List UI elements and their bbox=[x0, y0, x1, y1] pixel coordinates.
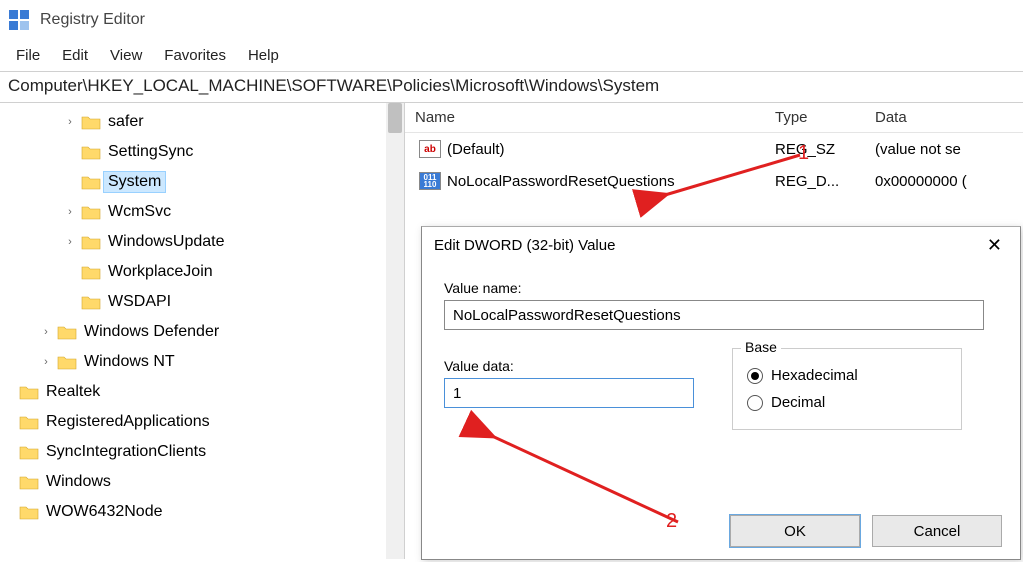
col-type[interactable]: Type bbox=[775, 109, 875, 126]
edit-dword-dialog: Edit DWORD (32-bit) Value ✕ Value name: … bbox=[421, 226, 1021, 560]
col-data[interactable]: Data bbox=[875, 109, 1023, 126]
tree-item[interactable]: System bbox=[0, 167, 404, 197]
expand-toggle-icon[interactable]: › bbox=[62, 206, 78, 218]
folder-icon bbox=[57, 354, 77, 370]
folder-icon bbox=[81, 264, 101, 280]
value-data-label: Value data: bbox=[444, 358, 694, 374]
base-fieldset: Base Hexadecimal Decimal bbox=[732, 348, 962, 430]
expand-toggle-icon[interactable]: › bbox=[62, 236, 78, 248]
folder-icon bbox=[19, 474, 39, 490]
tree-item[interactable]: › safer bbox=[0, 107, 404, 137]
expand-toggle-icon[interactable]: › bbox=[38, 356, 54, 368]
tree-pane: › safer SettingSync System › WcmSvc › WindowsUp… bbox=[0, 103, 405, 559]
menu-view[interactable]: View bbox=[100, 45, 152, 66]
close-icon[interactable]: ✕ bbox=[981, 235, 1008, 256]
tree-item[interactable]: RegisteredApplications bbox=[0, 407, 404, 437]
annotation-2: 2 bbox=[666, 510, 677, 533]
value-name: NoLocalPasswordResetQuestions bbox=[447, 173, 675, 190]
tree-item-label: WSDAPI bbox=[104, 292, 175, 312]
tree-item-label: Windows NT bbox=[80, 352, 179, 372]
tree-item[interactable]: › WcmSvc bbox=[0, 197, 404, 227]
folder-icon bbox=[19, 444, 39, 460]
radio-hexadecimal[interactable]: Hexadecimal bbox=[747, 367, 947, 384]
radio-icon bbox=[747, 395, 763, 411]
tree-item-label: WOW6432Node bbox=[42, 502, 167, 522]
value-type-icon: ab bbox=[419, 140, 441, 158]
tree-item-label: WorkplaceJoin bbox=[104, 262, 217, 282]
dialog-title-bar[interactable]: Edit DWORD (32-bit) Value ✕ bbox=[422, 227, 1020, 264]
tree-item[interactable]: WOW6432Node bbox=[0, 497, 404, 527]
radio-icon bbox=[747, 368, 763, 384]
tree-item-label: System bbox=[104, 172, 165, 192]
tree-item[interactable]: WorkplaceJoin bbox=[0, 257, 404, 287]
annotation-1: 1 bbox=[798, 142, 809, 165]
folder-icon bbox=[81, 294, 101, 310]
tree-item[interactable]: › Windows Defender bbox=[0, 317, 404, 347]
tree-scrollbar[interactable] bbox=[386, 103, 404, 559]
tree-item[interactable]: SyncIntegrationClients bbox=[0, 437, 404, 467]
tree[interactable]: › safer SettingSync System › WcmSvc › WindowsUp… bbox=[0, 103, 404, 531]
value-data: (value not se bbox=[875, 141, 1023, 158]
value-data-input[interactable] bbox=[444, 378, 694, 408]
folder-icon bbox=[19, 504, 39, 520]
folder-icon bbox=[19, 414, 39, 430]
expand-toggle-icon[interactable]: › bbox=[38, 326, 54, 338]
folder-icon bbox=[81, 144, 101, 160]
value-type: REG_SZ bbox=[775, 141, 875, 158]
col-name[interactable]: Name bbox=[405, 109, 775, 126]
tree-item[interactable]: › WindowsUpdate bbox=[0, 227, 404, 257]
tree-item-label: Windows Defender bbox=[80, 322, 223, 342]
radio-decimal[interactable]: Decimal bbox=[747, 394, 947, 411]
folder-icon bbox=[81, 204, 101, 220]
folder-icon bbox=[19, 384, 39, 400]
list-row[interactable]: 011110 NoLocalPasswordResetQuestions REG_D… bbox=[405, 165, 1023, 197]
tree-item-label: SyncIntegrationClients bbox=[42, 442, 210, 462]
value-name-label: Value name: bbox=[444, 280, 998, 296]
value-data: 0x00000000 ( bbox=[875, 173, 1023, 190]
base-legend: Base bbox=[741, 339, 781, 355]
app-icon bbox=[8, 9, 30, 31]
tree-item-label: Windows bbox=[42, 472, 115, 492]
tree-item[interactable]: › Windows NT bbox=[0, 347, 404, 377]
window-title: Registry Editor bbox=[40, 11, 145, 29]
folder-icon bbox=[81, 174, 101, 190]
tree-item[interactable]: WSDAPI bbox=[0, 287, 404, 317]
menu-help[interactable]: Help bbox=[238, 45, 289, 66]
tree-item-label: Realtek bbox=[42, 382, 104, 402]
folder-icon bbox=[81, 114, 101, 130]
menu-file[interactable]: File bbox=[6, 45, 50, 66]
menu-bar: File Edit View Favorites Help bbox=[0, 40, 1023, 72]
ok-button[interactable]: OK bbox=[730, 515, 860, 547]
tree-item[interactable]: Windows bbox=[0, 467, 404, 497]
tree-item-label: WcmSvc bbox=[104, 202, 175, 222]
menu-edit[interactable]: Edit bbox=[52, 45, 98, 66]
cancel-button[interactable]: Cancel bbox=[872, 515, 1002, 547]
list-header[interactable]: Name Type Data bbox=[405, 103, 1023, 133]
tree-item-label: WindowsUpdate bbox=[104, 232, 229, 252]
folder-icon bbox=[81, 234, 101, 250]
address-bar[interactable]: Computer\HKEY_LOCAL_MACHINE\SOFTWARE\Pol… bbox=[0, 72, 1023, 103]
title-bar: Registry Editor bbox=[0, 0, 1023, 40]
tree-item-label: safer bbox=[104, 112, 148, 132]
tree-item[interactable]: SettingSync bbox=[0, 137, 404, 167]
menu-favorites[interactable]: Favorites bbox=[154, 45, 236, 66]
dialog-title: Edit DWORD (32-bit) Value bbox=[434, 237, 615, 254]
list-row[interactable]: ab (Default) REG_SZ(value not se bbox=[405, 133, 1023, 165]
value-type-icon: 011110 bbox=[419, 172, 441, 190]
folder-icon bbox=[57, 324, 77, 340]
value-type: REG_D... bbox=[775, 173, 875, 190]
expand-toggle-icon[interactable]: › bbox=[62, 116, 78, 128]
tree-item-label: SettingSync bbox=[104, 142, 197, 162]
value-name: (Default) bbox=[447, 141, 505, 158]
tree-item[interactable]: Realtek bbox=[0, 377, 404, 407]
value-name-input[interactable] bbox=[444, 300, 984, 330]
tree-item-label: RegisteredApplications bbox=[42, 412, 214, 432]
